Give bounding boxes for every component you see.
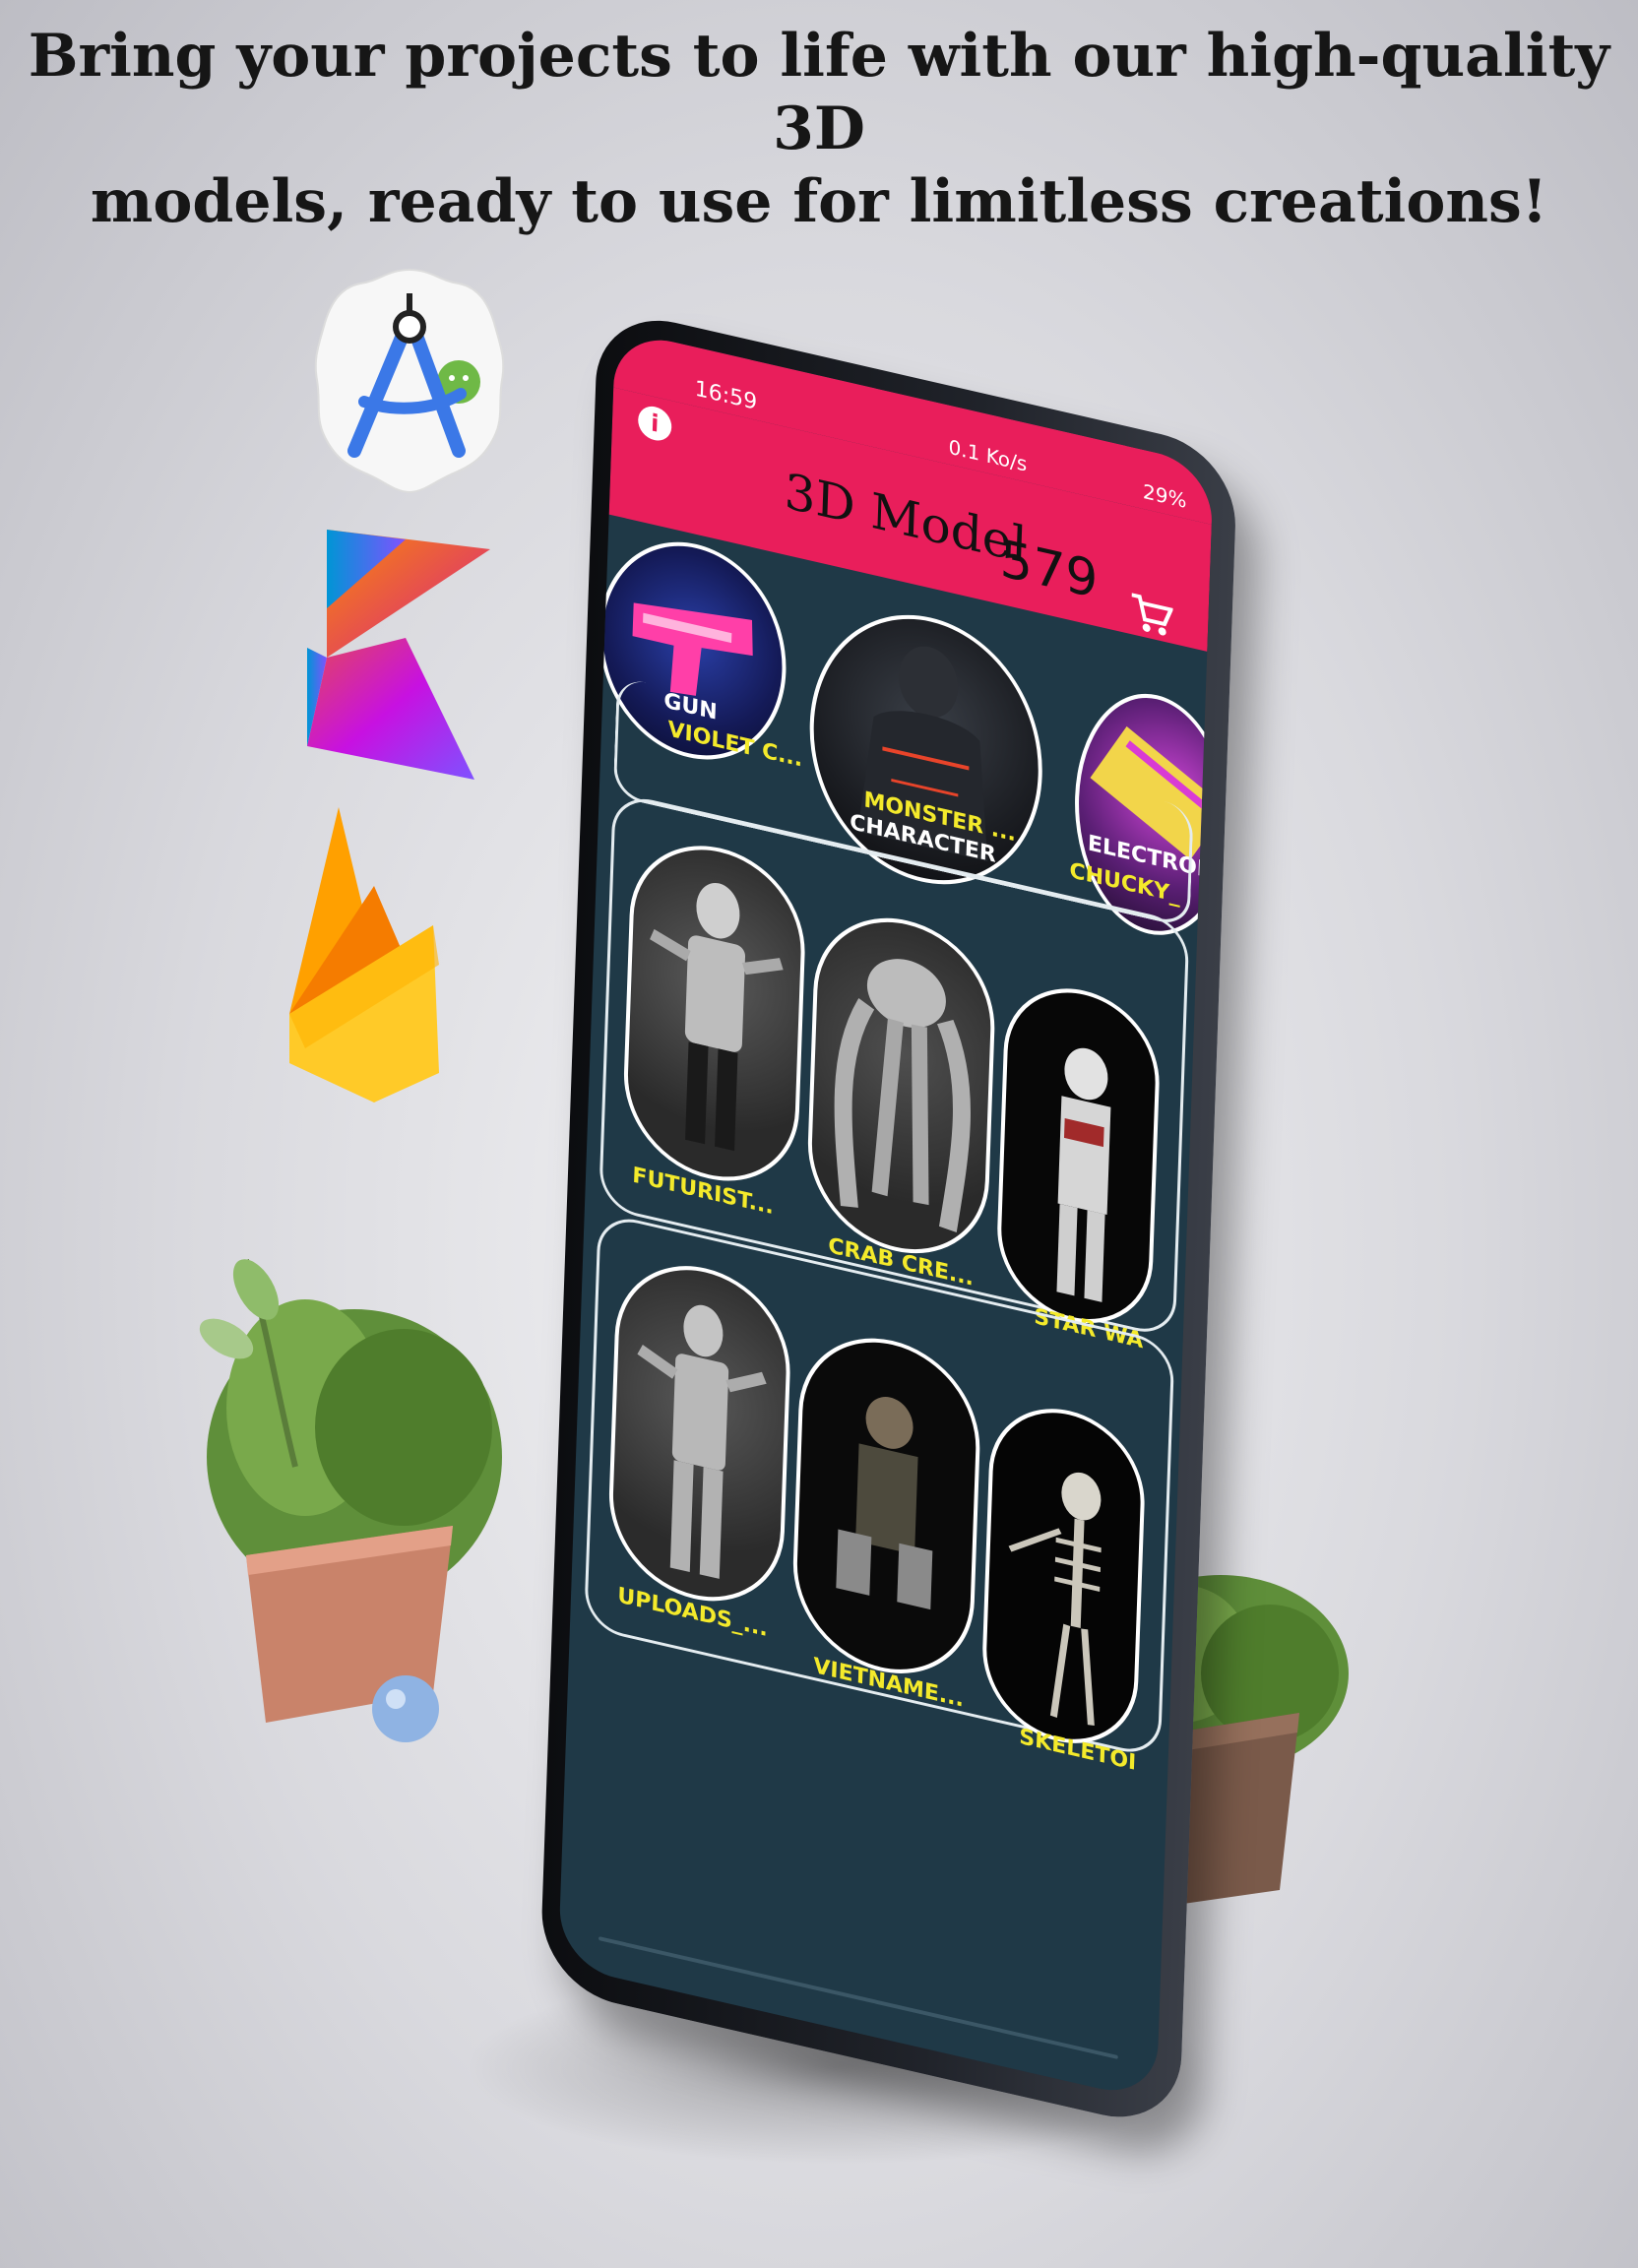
- app-title: 3D Model: [783, 462, 1029, 575]
- cart-icon[interactable]: [1128, 591, 1173, 640]
- status-battery: 29%: [1142, 478, 1187, 513]
- headline-line-2: models, ready to use for limitless creat…: [90, 167, 1548, 236]
- model-name[interactable]: VIOLET C...: [667, 718, 803, 773]
- phone-mockup: 16:59 0.1 Ko/s 29% i 3D Model 579 GUN CH…: [538, 305, 1238, 2133]
- firebase-icon: [285, 807, 443, 1102]
- android-studio-icon: [313, 264, 506, 496]
- model-card-star-wars[interactable]: [994, 973, 1163, 1340]
- model-card-vietname[interactable]: [789, 1319, 983, 1692]
- model-card-skeleton[interactable]: [979, 1393, 1148, 1759]
- model-count: 579: [998, 529, 1100, 611]
- potted-plant-left: [187, 1230, 522, 1742]
- info-icon[interactable]: i: [637, 403, 672, 444]
- model-name[interactable]: MONSTER ...: [863, 788, 1016, 847]
- kotlin-icon: [297, 530, 490, 780]
- headline-line-1: Bring your projects to life with our hig…: [28, 22, 1610, 163]
- phone-screen: 16:59 0.1 Ko/s 29% i 3D Model 579 GUN CH…: [557, 328, 1214, 2102]
- model-card-crab[interactable]: [804, 900, 998, 1272]
- headline: Bring your projects to life with our hig…: [0, 20, 1638, 238]
- model-card-futurist[interactable]: [620, 828, 808, 1199]
- model-card-uploads[interactable]: [605, 1248, 793, 1619]
